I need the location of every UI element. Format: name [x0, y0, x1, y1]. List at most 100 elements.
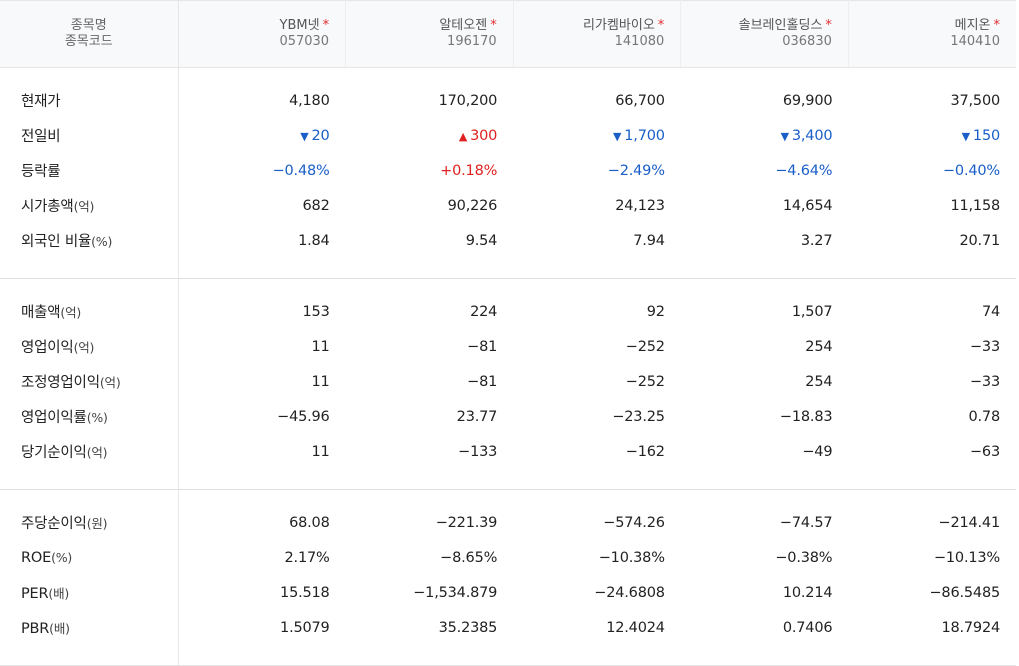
row-unit: (배) [48, 586, 70, 601]
table-row: 등락률 −0.48% +0.18% −2.49% −4.64% −0.40% [0, 153, 1016, 188]
row-unit: (%) [91, 234, 113, 249]
value-cell: 18.7924 [848, 610, 1016, 645]
value-text: 254 [805, 338, 833, 355]
spacer-cell [681, 279, 849, 295]
table-row: 조정영업이익(억) 11 −81 −252 254 −33 [0, 364, 1016, 399]
spacer-row [0, 258, 1016, 279]
value-text: −81 [467, 338, 498, 355]
company-name[interactable]: 솔브레인홀딩스 [739, 18, 823, 33]
value-cell: −252 [513, 364, 681, 399]
value-text: 150 [972, 127, 1000, 144]
company-name-link[interactable]: 알테오젠 * [346, 18, 496, 34]
table-row: 현재가 4,180 170,200 66,700 69,900 37,500 [0, 83, 1016, 118]
spacer-cell [513, 490, 681, 506]
table-row: 영업이익률(%) −45.96 23.77 −23.25 −18.83 0.78 [0, 399, 1016, 434]
value-cell: −18.83 [681, 399, 849, 434]
company-name-link[interactable]: 리가켐바이오 * [514, 18, 665, 34]
value-text: 11,158 [950, 197, 1000, 214]
value-cell: 254 [681, 329, 849, 364]
row-label: PBR(배) [0, 610, 179, 645]
row-label: PER(배) [0, 575, 179, 610]
spacer-row [0, 489, 1016, 506]
spacer-cell [346, 490, 514, 506]
company-name[interactable]: 리가켐바이오 [583, 18, 655, 33]
value-cell: 15.518 [178, 575, 346, 610]
star-icon: * [657, 18, 665, 33]
value-cell: 0.7406 [681, 610, 849, 645]
spacer-cell [513, 68, 681, 84]
value-cell: 224 [346, 294, 514, 329]
value-cell: 23.77 [346, 399, 514, 434]
value-text: 300 [470, 127, 498, 144]
spacer-cell [0, 67, 179, 83]
value-text: 3,400 [791, 127, 833, 144]
value-cell: 4,180 [178, 83, 346, 118]
spacer-cell [848, 279, 1016, 295]
value-cell: −2.49% [513, 153, 681, 188]
table-row: 시가총액(억) 682 90,226 24,123 14,654 11,158 [0, 188, 1016, 223]
value-cell: 20.71 [848, 223, 1016, 258]
company-name-link[interactable]: YBM넷 * [179, 18, 330, 34]
spacer-cell [513, 258, 681, 279]
value-cell: 682 [178, 188, 346, 223]
star-icon: * [993, 18, 1001, 33]
down-triangle-icon: ▼ [780, 129, 789, 143]
spacer-cell [178, 279, 346, 295]
row-label-text: 전일비 [21, 129, 61, 145]
row-label: 현재가 [0, 83, 179, 118]
value-text: 92 [646, 303, 665, 320]
value-text: 20.71 [959, 232, 1000, 249]
value-text: 4,180 [289, 92, 330, 109]
company-name[interactable]: 메지온 [955, 18, 991, 33]
value-text: −10.38% [598, 549, 665, 566]
company-name-link[interactable]: 솔브레인홀딩스 * [681, 18, 832, 34]
star-icon: * [825, 18, 832, 33]
company-name[interactable]: 알테오젠 [439, 18, 487, 33]
value-text: −86.5485 [929, 584, 1000, 601]
value-cell: −81 [346, 329, 514, 364]
value-cell: 92 [513, 294, 681, 329]
spacer-cell [513, 279, 681, 295]
value-cell: 24,123 [513, 188, 681, 223]
value-cell: 68.08 [178, 505, 346, 540]
company-code: 036830 [782, 34, 832, 49]
down-triangle-icon: ▼ [613, 129, 622, 143]
spacer-cell [0, 278, 179, 294]
value-cell: −252 [513, 329, 681, 364]
value-cell: ▲ 300 [346, 118, 514, 153]
value-cell: 11 [178, 329, 346, 364]
company-header-4: 메지온 * 140410 [848, 0, 1016, 68]
row-unit: (원) [86, 516, 108, 531]
table-body: 현재가 4,180 170,200 66,700 69,900 37,500 전일비 ▼ 20 ▲… [0, 67, 1016, 666]
spacer-cell [680, 645, 849, 666]
row-unit: (%) [51, 549, 73, 565]
row-unit: (억) [60, 305, 82, 320]
value-text: 18.7924 [941, 619, 1000, 636]
table-row: PER(배) 15.518 −1,534.879 −24.6808 10.214 −86.… [0, 575, 1016, 610]
value-cell: 170,200 [346, 83, 514, 118]
up-triangle-icon: ▲ [458, 129, 468, 143]
spacer-cell [848, 258, 1016, 279]
company-name[interactable]: YBM넷 [280, 18, 320, 33]
value-text: 11 [311, 373, 330, 390]
row-label-text: 매출액 [21, 305, 61, 321]
company-header-3: 솔브레인홀딩스 * 036830 [680, 0, 849, 68]
stock-comparison-table: 종목명 종목코드 YBM넷 * 057030 알테오젠 * 196170 리가켐바이오 * 14… [0, 0, 1016, 666]
row-label-text: 외국인 비율 [21, 234, 92, 250]
star-icon: * [322, 18, 330, 33]
value-text: 12.4024 [606, 619, 665, 636]
row-unit: (억) [73, 340, 95, 355]
value-text: 1,507 [791, 303, 833, 320]
value-cell: −45.96 [178, 399, 346, 434]
value-cell: −10.13% [848, 540, 1016, 575]
company-code: 196170 [447, 34, 497, 49]
company-name-link[interactable]: 메지온 * [849, 18, 1000, 34]
value-text: −214.41 [938, 514, 1001, 531]
value-cell: −574.26 [513, 505, 681, 540]
value-cell: 7.94 [513, 223, 681, 258]
row-label-text: 영업이익률 [21, 410, 87, 426]
spacer-cell [848, 68, 1016, 84]
value-text: 0.7406 [782, 619, 833, 636]
value-text: 68.08 [289, 514, 330, 531]
value-text: 69,900 [782, 92, 833, 109]
